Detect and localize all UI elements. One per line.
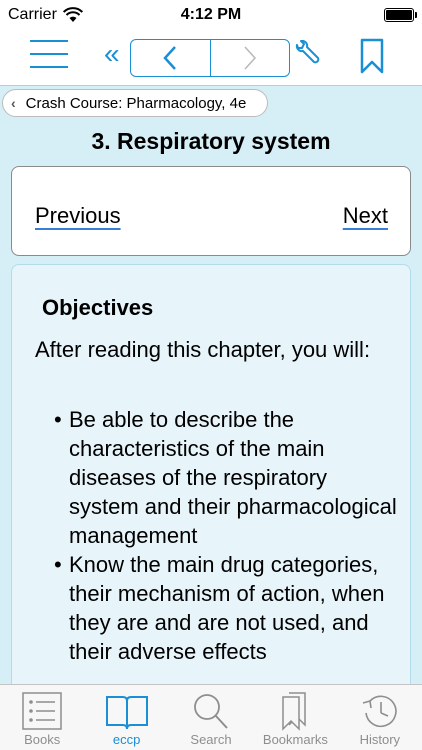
objectives-list: Be able to describe the characteristics … bbox=[54, 405, 402, 666]
tab-eccp[interactable]: eccp bbox=[84, 685, 168, 750]
page-navigation bbox=[130, 39, 290, 77]
tab-search[interactable]: Search bbox=[169, 685, 253, 750]
toolbar: « bbox=[0, 30, 422, 86]
previous-page-button[interactable] bbox=[131, 40, 211, 76]
previous-link[interactable]: Previous bbox=[35, 203, 121, 229]
search-icon bbox=[194, 694, 228, 729]
history-icon bbox=[362, 695, 397, 728]
bookmarks-icon bbox=[282, 692, 307, 731]
open-book-icon bbox=[105, 696, 148, 730]
tab-label: History bbox=[359, 732, 401, 747]
next-link[interactable]: Next bbox=[343, 203, 388, 229]
objectives-heading: Objectives bbox=[42, 295, 154, 320]
wrench-icon[interactable] bbox=[292, 40, 322, 70]
list-item: Be able to describe the characteristics … bbox=[54, 405, 402, 550]
tab-label: Search bbox=[190, 732, 232, 747]
breadcrumb-label: Crash Course: Pharmacology, 4e bbox=[25, 94, 247, 112]
menu-icon[interactable] bbox=[30, 40, 68, 70]
chevron-left-icon bbox=[163, 46, 177, 70]
double-chevron-left-icon[interactable]: « bbox=[104, 40, 120, 68]
page-title: 3. Respiratory system bbox=[91, 128, 331, 154]
chevron-right-icon bbox=[244, 46, 256, 70]
objectives-intro: After reading this chapter, you will: bbox=[35, 337, 371, 362]
chapter-pager: Previous Next bbox=[11, 166, 411, 256]
tab-label: eccp bbox=[112, 732, 141, 747]
tab-bar: Books eccp Search Bookmarks History bbox=[0, 684, 422, 750]
tab-history[interactable]: History bbox=[338, 685, 422, 750]
chevron-left-icon: ‹ bbox=[11, 95, 16, 111]
tab-label: Books bbox=[24, 732, 61, 747]
status-bar: Carrier 4:12 PM bbox=[0, 0, 422, 30]
tab-books[interactable]: Books bbox=[0, 685, 84, 750]
bookmark-icon[interactable] bbox=[360, 38, 384, 74]
tab-bookmarks[interactable]: Bookmarks bbox=[253, 685, 337, 750]
objectives-card: Objectives After reading this chapter, y… bbox=[11, 264, 411, 694]
tab-label: Bookmarks bbox=[262, 732, 328, 747]
breadcrumb[interactable]: ‹ Crash Course: Pharmacology, 4e bbox=[2, 89, 268, 117]
books-icon bbox=[22, 692, 62, 730]
status-time: 4:12 PM bbox=[180, 6, 242, 23]
next-page-button[interactable] bbox=[211, 40, 290, 76]
list-item: Know the main drug categories, their mec… bbox=[54, 550, 402, 666]
battery-icon bbox=[384, 8, 417, 22]
